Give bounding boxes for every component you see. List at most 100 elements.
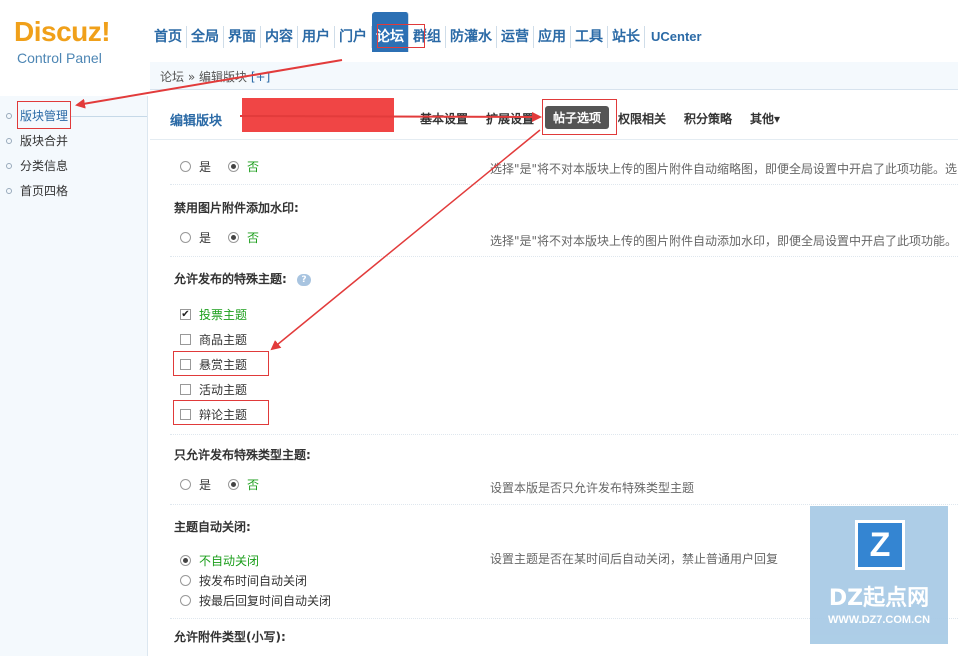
checkbox-trade[interactable]: 商品主题 [180, 331, 247, 348]
dz7-logo-name: DZ起点网 [828, 586, 930, 611]
tab-other[interactable]: 其他▾ [750, 110, 780, 127]
option-label: 否 [247, 478, 260, 492]
option-autothumb-no[interactable]: 否 [228, 158, 259, 175]
option-label: 是 [199, 478, 212, 492]
header: Discuz! Control Panel 首页 全局 界面 内容 用户 门户 … [0, 0, 958, 66]
option-watermark-no[interactable]: 否 [228, 229, 259, 246]
checkbox-icon[interactable] [180, 334, 191, 345]
nav-tools[interactable]: 工具 [571, 26, 608, 48]
dz7-logo-url: WWW.DZ7.COM.CN [827, 614, 931, 626]
highlight-box-sidebar [17, 101, 71, 129]
option-onlyspecial-yes[interactable]: 是 [180, 476, 211, 493]
sidebar-item-category-info[interactable]: 分类信息 [0, 154, 147, 179]
tab-credits[interactable]: 积分策略 [684, 110, 732, 127]
nav-apps[interactable]: 应用 [534, 26, 571, 48]
option-label: 不自动关闭 [199, 554, 260, 568]
checkbox-activity[interactable]: 活动主题 [180, 381, 247, 398]
sidebar-item-label: 首页四格 [20, 184, 69, 198]
watermark-title: 禁用图片附件添加水印: [174, 201, 299, 215]
divider [170, 256, 958, 257]
option-label: 投票主题 [199, 308, 248, 322]
special-title: 允许发布的特殊主题: ? [174, 270, 311, 287]
bullet-icon [6, 138, 12, 144]
nav-portal[interactable]: 门户 [335, 26, 372, 48]
sidebar-item-label: 版块合并 [20, 134, 69, 148]
bullet-icon [6, 163, 12, 169]
dz7-logo-mark: Z [855, 520, 905, 570]
sidebar-item-home-grid[interactable]: 首页四格 [0, 179, 147, 204]
radio-icon[interactable] [180, 555, 191, 566]
radio-icon[interactable] [180, 161, 191, 172]
logo-main: Discuz! [14, 16, 111, 47]
radio-icon[interactable] [228, 479, 239, 490]
highlight-box-tab [542, 99, 617, 135]
breadcrumb-page: 编辑版块 [199, 70, 248, 84]
option-label: 是 [199, 231, 212, 245]
radio-icon[interactable] [180, 479, 191, 490]
redaction-block [242, 98, 394, 132]
option-autothumb-yes[interactable]: 是 [180, 158, 211, 175]
tabs-title: 编辑版块 [170, 114, 223, 129]
radio-icon[interactable] [228, 232, 239, 243]
divider [170, 434, 958, 435]
option-label: 按发布时间自动关闭 [199, 574, 308, 588]
dz7-watermark-logo: Z DZ起点网 WWW.DZ7.COM.CN [810, 506, 948, 644]
radio-icon[interactable] [180, 575, 191, 586]
top-nav: 首页 全局 界面 内容 用户 门户 论坛 群组 防灌水 运营 应用 工具 站长 … [150, 12, 706, 52]
tab-extended[interactable]: 扩展设置 [486, 110, 534, 127]
add-shortcut-button[interactable]: [+] [251, 70, 270, 84]
option-label: 按最后回复时间自动关闭 [199, 594, 332, 608]
sidebar-item-forum-merge[interactable]: 版块合并 [0, 129, 147, 154]
help-icon[interactable]: ? [297, 273, 311, 286]
option-autoclose-none[interactable]: 不自动关闭 [180, 552, 259, 569]
highlight-box-debate [173, 400, 269, 425]
nav-content[interactable]: 内容 [261, 26, 298, 48]
option-label: 否 [247, 231, 260, 245]
option-autoclose-post-time[interactable]: 按发布时间自动关闭 [180, 572, 307, 589]
sidebar-item-label: 分类信息 [20, 159, 69, 173]
attachtypes-title: 允许附件类型(小写): [174, 630, 286, 644]
onlyspecial-desc: 设置本版是否只允许发布特殊类型主题 [490, 481, 695, 495]
checkbox-icon[interactable] [180, 384, 191, 395]
nav-interface[interactable]: 界面 [224, 26, 261, 48]
breadcrumb-bar: 论坛 » 编辑版块 [+] [150, 62, 958, 90]
onlyspecial-title: 只允许发布特殊类型主题: [174, 448, 311, 462]
tab-permissions[interactable]: 权限相关 [618, 110, 666, 127]
autoclose-title: 主题自动关闭: [174, 520, 251, 534]
discuz-logo[interactable]: Discuz! Control Panel [14, 16, 111, 67]
radio-icon[interactable] [180, 232, 191, 243]
breadcrumb-root[interactable]: 论坛 [160, 70, 184, 84]
autothumb-desc: 选择"是"将不对本版块上传的图片附件自动缩略图，即便全局设置中开启了此项功能。选 [490, 162, 958, 176]
radio-icon[interactable] [228, 161, 239, 172]
nav-antispam[interactable]: 防灌水 [446, 26, 497, 48]
highlight-box-forum [377, 24, 425, 48]
highlight-box-reward [173, 351, 269, 376]
bullet-icon [6, 188, 12, 194]
breadcrumb-sep: » [187, 70, 196, 84]
nav-global[interactable]: 全局 [187, 26, 224, 48]
checkbox-poll[interactable]: ✔ 投票主题 [180, 306, 247, 323]
nav-home[interactable]: 首页 [150, 26, 187, 48]
option-label: 否 [247, 160, 260, 174]
nav-ucenter[interactable]: UCenter [645, 26, 706, 48]
nav-operation[interactable]: 运营 [497, 26, 534, 48]
special-title-text: 允许发布的特殊主题: [174, 272, 287, 286]
divider [170, 184, 958, 185]
nav-users[interactable]: 用户 [298, 26, 335, 48]
divider [170, 504, 958, 505]
autoclose-desc: 设置主题是否在某时间后自动关闭，禁止普通用户回复 [490, 552, 779, 566]
option-label: 活动主题 [199, 383, 248, 397]
option-label: 商品主题 [199, 333, 248, 347]
option-autoclose-reply-time[interactable]: 按最后回复时间自动关闭 [180, 592, 331, 609]
checkbox-checked-icon[interactable]: ✔ [180, 309, 191, 320]
nav-founder[interactable]: 站长 [608, 26, 645, 48]
option-watermark-yes[interactable]: 是 [180, 229, 211, 246]
sidebar: 版块管理 版块合并 分类信息 首页四格 [0, 96, 148, 656]
breadcrumb: 论坛 » 编辑版块 [+] [160, 68, 270, 85]
tab-basic[interactable]: 基本设置 [420, 110, 468, 127]
watermark-desc: 选择"是"将不对本版块上传的图片附件自动添加水印，即便全局设置中开启了此项功能。 [490, 234, 958, 248]
option-onlyspecial-no[interactable]: 否 [228, 476, 259, 493]
bullet-icon [6, 113, 12, 119]
logo-sub: Control Panel [17, 50, 102, 66]
radio-icon[interactable] [180, 595, 191, 606]
